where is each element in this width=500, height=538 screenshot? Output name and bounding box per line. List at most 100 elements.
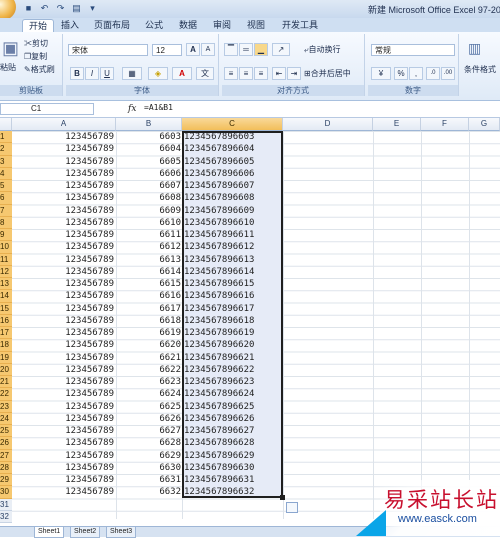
sheet-tab-sheet3[interactable]: Sheet3 — [106, 527, 137, 538]
cell-a[interactable]: 123456789 — [18, 241, 114, 253]
grow-font-button[interactable]: A — [186, 43, 200, 56]
row-header[interactable]: 18 — [0, 339, 12, 352]
cell-c[interactable]: 1234567896609 — [184, 205, 254, 217]
tab-insert[interactable]: 插入 — [56, 19, 84, 32]
cell-a[interactable]: 123456789 — [18, 401, 114, 413]
shrink-font-button[interactable]: A — [201, 43, 215, 56]
cell-b[interactable]: 6612 — [115, 241, 181, 253]
number-format-select[interactable]: 常规 — [371, 44, 455, 56]
sheet-tab-sheet2[interactable]: Sheet2 — [70, 527, 101, 538]
cell-b[interactable]: 6613 — [115, 254, 181, 266]
tab-home[interactable]: 开始 — [22, 19, 54, 33]
cell-b[interactable]: 6618 — [115, 315, 181, 327]
cell-b[interactable]: 6616 — [115, 290, 181, 302]
cell-c[interactable]: 1234567896615 — [184, 278, 254, 290]
cell-a[interactable]: 123456789 — [18, 474, 114, 486]
cell-b[interactable]: 6631 — [115, 474, 181, 486]
cell-b[interactable]: 6614 — [115, 266, 181, 278]
column-header-a[interactable]: A — [12, 118, 116, 131]
cell-a[interactable]: 123456789 — [18, 143, 114, 155]
cell-a[interactable]: 123456789 — [18, 450, 114, 462]
cell-b[interactable]: 6626 — [115, 413, 181, 425]
cell-b[interactable]: 6625 — [115, 401, 181, 413]
cell-b[interactable]: 6624 — [115, 388, 181, 400]
row-header[interactable]: 7 — [0, 204, 12, 217]
cell-a[interactable]: 123456789 — [18, 425, 114, 437]
cell-a[interactable]: 123456789 — [18, 229, 114, 241]
row-header[interactable]: 5 — [0, 180, 12, 193]
cell-b[interactable]: 6622 — [115, 364, 181, 376]
redo-icon[interactable]: ↷ — [54, 2, 67, 15]
cell-a[interactable]: 123456789 — [18, 156, 114, 168]
paste-icon[interactable]: ▣ — [2, 38, 19, 59]
row-header[interactable]: 14 — [0, 290, 12, 303]
cell-c[interactable]: 1234567896603 — [184, 131, 254, 143]
font-name-select[interactable]: 宋体 — [68, 44, 148, 56]
cell-b[interactable]: 6628 — [115, 437, 181, 449]
row-header[interactable]: 10 — [0, 241, 12, 254]
cell-c[interactable]: 1234567896616 — [184, 290, 254, 302]
cell-c[interactable]: 1234567896620 — [184, 339, 254, 351]
row-header[interactable]: 24 — [0, 412, 12, 425]
increase-decimal-icon[interactable]: .0 — [426, 67, 440, 80]
column-header-d[interactable]: D — [283, 118, 373, 131]
column-header-f[interactable]: F — [421, 118, 469, 131]
auto-fill-options-icon[interactable] — [286, 502, 298, 513]
row-header[interactable]: 32 — [0, 510, 12, 523]
column-header-b[interactable]: B — [116, 118, 182, 131]
cell-a[interactable]: 123456789 — [18, 339, 114, 351]
cell-b[interactable]: 6617 — [115, 303, 181, 315]
cell-c[interactable]: 1234567896613 — [184, 254, 254, 266]
cell-a[interactable]: 123456789 — [18, 254, 114, 266]
undo-icon[interactable]: ↶ — [38, 2, 51, 15]
cell-c[interactable]: 1234567896626 — [184, 413, 254, 425]
cell-a[interactable]: 123456789 — [18, 266, 114, 278]
cell-c[interactable]: 1234567896619 — [184, 327, 254, 339]
cell-b[interactable]: 6610 — [115, 217, 181, 229]
row-header[interactable]: 25 — [0, 425, 12, 438]
cell-c[interactable]: 1234567896627 — [184, 425, 254, 437]
tab-review[interactable]: 审阅 — [208, 19, 236, 32]
cell-b[interactable]: 6619 — [115, 327, 181, 339]
tab-formulas[interactable]: 公式 — [140, 19, 168, 32]
cell-a[interactable]: 123456789 — [18, 192, 114, 204]
cell-b[interactable]: 6630 — [115, 462, 181, 474]
align-right-icon[interactable]: ≡ — [254, 67, 268, 80]
row-header[interactable]: 1 — [0, 131, 12, 144]
conditional-format-button[interactable]: 条件格式 — [464, 64, 496, 75]
row-header[interactable]: 28 — [0, 461, 12, 474]
cell-a[interactable]: 123456789 — [18, 413, 114, 425]
cell-a[interactable]: 123456789 — [18, 462, 114, 474]
cell-c[interactable]: 1234567896612 — [184, 241, 254, 253]
format-painter-button[interactable]: ✎格式刷 — [24, 64, 55, 75]
cell-b[interactable]: 6611 — [115, 229, 181, 241]
cell-a[interactable]: 123456789 — [18, 278, 114, 290]
cell-c[interactable]: 1234567896610 — [184, 217, 254, 229]
fill-color-icon[interactable]: ◈ — [148, 67, 168, 80]
row-header[interactable]: 30 — [0, 486, 12, 499]
cell-b[interactable]: 6606 — [115, 168, 181, 180]
cell-a[interactable]: 123456789 — [18, 388, 114, 400]
cell-b[interactable]: 6608 — [115, 192, 181, 204]
row-header[interactable]: 17 — [0, 327, 12, 340]
cell-c[interactable]: 1234567896617 — [184, 303, 254, 315]
phonetic-icon[interactable]: 文 — [196, 67, 214, 80]
cell-b[interactable]: 6615 — [115, 278, 181, 290]
row-header[interactable]: 23 — [0, 400, 12, 413]
cell-a[interactable]: 123456789 — [18, 315, 114, 327]
formula-input[interactable]: =A1&B1 — [144, 103, 173, 112]
tab-developer[interactable]: 开发工具 — [278, 19, 322, 32]
cell-b[interactable]: 6603 — [115, 131, 181, 143]
cell-c[interactable]: 1234567896606 — [184, 168, 254, 180]
tab-data[interactable]: 数据 — [174, 19, 202, 32]
cell-c[interactable]: 1234567896623 — [184, 376, 254, 388]
cell-a[interactable]: 123456789 — [18, 376, 114, 388]
cell-a[interactable]: 123456789 — [18, 131, 114, 143]
borders-icon[interactable]: ▦ — [122, 67, 142, 80]
cell-c[interactable]: 1234567896622 — [184, 364, 254, 376]
copy-button[interactable]: ❐复制 — [24, 51, 47, 62]
bold-button[interactable]: B — [70, 67, 84, 80]
font-color-icon[interactable]: A — [172, 67, 192, 80]
row-header[interactable]: 4 — [0, 167, 12, 180]
row-header[interactable]: 26 — [0, 437, 12, 450]
